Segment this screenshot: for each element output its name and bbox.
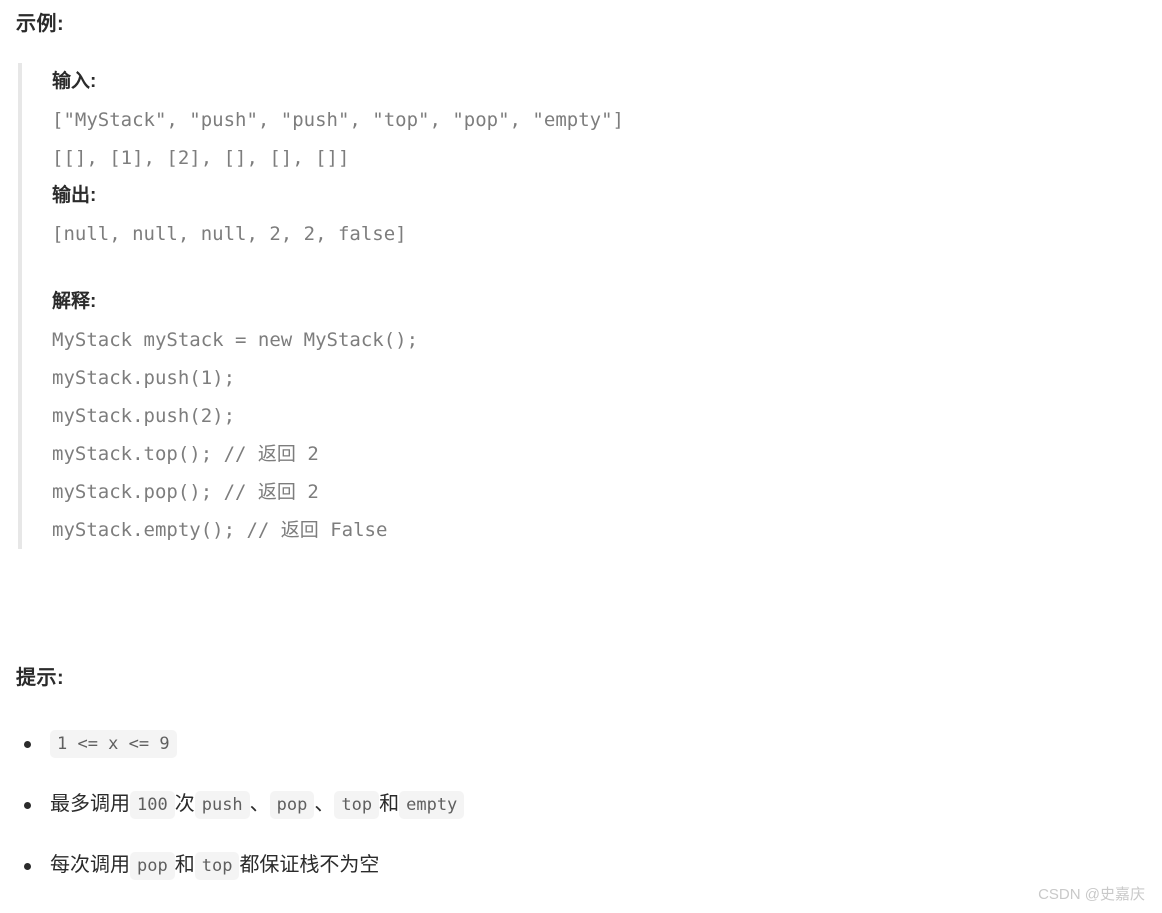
inline-code-chip: push [194, 791, 250, 819]
inline-code-chip: 100 [130, 791, 175, 819]
explanation-code-line: MyStack myStack = new MyStack(); [52, 329, 419, 351]
bullet-icon [24, 741, 31, 748]
hint-text: 、 [314, 793, 335, 815]
input-label: 输入: [52, 71, 97, 92]
csdn-watermark: CSDN @史嘉庆 [1038, 886, 1145, 903]
inline-code-chip: empty [399, 791, 465, 819]
hint-text: 最多调用 [50, 793, 130, 815]
inline-code-chip: top [194, 852, 240, 880]
explanation-code-line: myStack.push(2); [52, 405, 236, 427]
example-section-heading: 示例: [16, 13, 65, 35]
hint-list-item: 最多调用 100 次 push、 pop、 top 和 empty [16, 789, 1136, 819]
output-label: 输出: [52, 185, 97, 206]
hint-text: 每次调用 [50, 854, 130, 876]
explanation-label: 解释: [52, 291, 97, 312]
example-blockquote: 输入: ["MyStack", "push", "push", "top", "… [18, 63, 1118, 549]
explanation-code-line: myStack.push(1); [52, 367, 236, 389]
hint-text: 和 [379, 793, 400, 815]
output-code-line: [null, null, null, 2, 2, false] [52, 223, 407, 245]
inline-code-chip: 1 <= x <= 9 [50, 730, 177, 758]
hint-text: 都保证栈不为空 [239, 854, 380, 876]
bullet-icon [24, 802, 31, 809]
hint-list-item: 1 <= x <= 9 [16, 728, 1136, 758]
inline-code-chip: pop [269, 791, 315, 819]
bullet-icon [24, 863, 31, 870]
hint-text: 和 [174, 854, 195, 876]
inline-code-chip: pop [130, 852, 175, 880]
problem-description-page: 示例: 输入: ["MyStack", "push", "push", "top… [0, 0, 1162, 913]
hint-text: 次 [174, 793, 195, 815]
explanation-code-line: myStack.pop(); // 返回 2 [52, 481, 319, 503]
hint-list-item: 每次调用 pop 和 top 都保证栈不为空 [16, 850, 1136, 880]
hint-text: 、 [249, 793, 270, 815]
hints-list: 1 <= x <= 9 最多调用 100 次 push、 pop、 top 和 empt… [16, 728, 1136, 911]
inline-code-chip: top [334, 791, 380, 819]
blockquote-spacer [52, 253, 1118, 283]
hints-section-heading: 提示: [16, 667, 65, 689]
explanation-code-line: myStack.top(); // 返回 2 [52, 443, 319, 465]
input-code-line: ["MyStack", "push", "push", "top", "pop"… [52, 109, 624, 131]
explanation-code-line: myStack.empty(); // 返回 False [52, 519, 388, 541]
input-code-line: [[], [1], [2], [], [], []] [52, 147, 350, 169]
